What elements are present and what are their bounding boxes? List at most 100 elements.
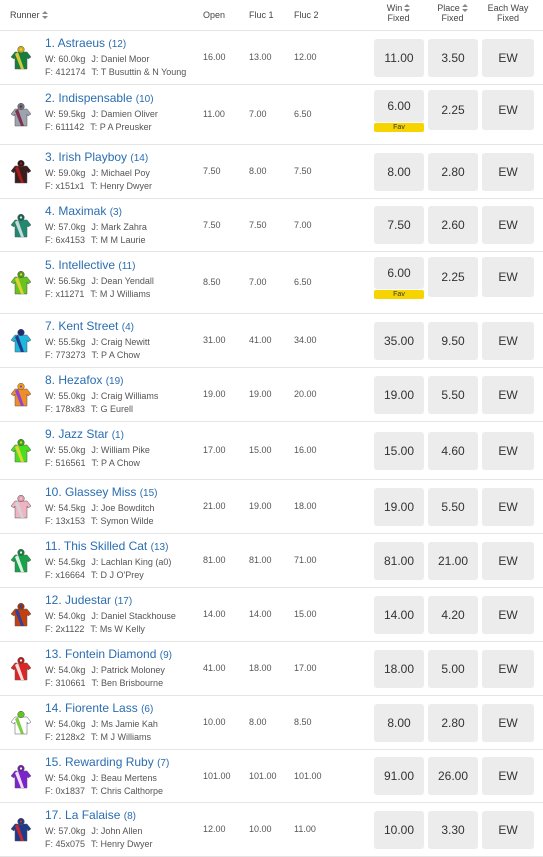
place-fixed-button[interactable]: 5.00 xyxy=(428,650,478,688)
runner-row: 7. Kent Street (4) W: 55.5kg J: Craig New… xyxy=(0,314,543,368)
runner-name-link[interactable]: 3. Irish Playboy (14) xyxy=(45,150,148,164)
barrier-number: (13) xyxy=(150,542,169,553)
win-fixed-button[interactable]: 8.00 xyxy=(374,153,424,191)
place-fixed-button[interactable]: 3.30 xyxy=(428,811,478,849)
runner-jockey: J: Damien Oliver xyxy=(91,109,158,119)
place-fixed-label: Fixed xyxy=(441,13,464,23)
runner-trainer: T: D J O'Prey xyxy=(91,570,144,580)
runner-name-link[interactable]: 7. Kent Street (4) xyxy=(45,319,134,333)
runner-name-link[interactable]: 2. Indispensable (10) xyxy=(45,91,154,105)
each-way-button[interactable]: EW xyxy=(482,322,534,360)
each-way-button[interactable]: EW xyxy=(482,257,534,297)
win-fixed-button[interactable]: 8.00 xyxy=(374,704,424,742)
runner-weight: W: 55.0kg xyxy=(45,391,86,401)
runner-name: 9. Jazz Star xyxy=(45,427,109,441)
win-fixed-button[interactable]: 19.00 xyxy=(374,376,424,414)
runner-weight: W: 54.0kg xyxy=(45,611,86,621)
runner-meta-line-2: F: 0x1837 T: Chris Calthorpe xyxy=(45,785,163,798)
jockey-silk-icon xyxy=(10,383,32,407)
runner-trainer: T: Ben Brisbourne xyxy=(91,678,164,688)
each-way-button[interactable]: EW xyxy=(482,376,534,414)
open-odds: 101.00 xyxy=(203,771,231,781)
runner-trainer: T: Ms W Kelly xyxy=(90,624,145,634)
place-fixed-button[interactable]: 2.80 xyxy=(428,704,478,742)
runner-name-link[interactable]: 1. Astraeus (12) xyxy=(45,36,126,50)
win-fixed-button[interactable]: 7.50 xyxy=(374,206,424,244)
barrier-number: (14) xyxy=(130,153,149,164)
fluc2-odds: 7.50 xyxy=(294,166,312,176)
win-fixed-button[interactable]: 35.00 xyxy=(374,322,424,360)
fluc2-odds: 17.00 xyxy=(294,663,317,673)
fluc2-odds: 8.50 xyxy=(294,717,312,727)
each-way-button[interactable]: EW xyxy=(482,811,534,849)
runner-name-link[interactable]: 10. Glassey Miss (15) xyxy=(45,485,158,499)
place-fixed-button[interactable]: 26.00 xyxy=(428,757,478,795)
runner-row: 10. Glassey Miss (15) W: 54.5kg J: Joe Bo… xyxy=(0,480,543,534)
place-fixed-button[interactable]: 3.50 xyxy=(428,39,478,77)
place-fixed-button[interactable]: 9.50 xyxy=(428,322,478,360)
each-way-button[interactable]: EW xyxy=(482,650,534,688)
place-fixed-button[interactable]: 2.60 xyxy=(428,206,478,244)
win-fixed-button[interactable]: 6.00 xyxy=(374,90,424,122)
runner-jockey: J: Ms Jamie Kah xyxy=(91,719,158,729)
jockey-silk-icon xyxy=(10,46,32,70)
place-fixed-button[interactable]: 2.25 xyxy=(428,90,478,130)
jockey-silk-icon xyxy=(10,160,32,184)
runner-name-link[interactable]: 11. This Skilled Cat (13) xyxy=(45,539,168,553)
win-fixed-button[interactable]: 18.00 xyxy=(374,650,424,688)
runner-trainer: T: Henry Dwyer xyxy=(90,181,153,191)
place-fixed-column-header[interactable]: Place Fixed xyxy=(430,3,475,23)
each-way-button[interactable]: EW xyxy=(482,206,534,244)
each-way-button[interactable]: EW xyxy=(482,757,534,795)
place-fixed-button[interactable]: 4.60 xyxy=(428,432,478,470)
runner-trainer: T: M J Williams xyxy=(90,289,151,299)
jockey-silk-icon xyxy=(10,329,32,353)
win-fixed-button[interactable]: 11.00 xyxy=(374,39,424,77)
win-fixed-button[interactable]: 19.00 xyxy=(374,488,424,526)
win-fixed-column-header[interactable]: Win Fixed xyxy=(376,3,421,23)
each-way-button[interactable]: EW xyxy=(482,432,534,470)
runner-trainer: T: G Eurell xyxy=(91,404,134,414)
each-way-button[interactable]: EW xyxy=(482,542,534,580)
runner-trainer: T: Chris Calthorpe xyxy=(91,786,164,796)
runner-jockey: J: Mark Zahra xyxy=(91,222,147,232)
each-way-button[interactable]: EW xyxy=(482,153,534,191)
win-fixed-button[interactable]: 81.00 xyxy=(374,542,424,580)
runner-name-link[interactable]: 14. Fiorente Lass (6) xyxy=(45,701,153,715)
runner-column-header[interactable]: Runner xyxy=(10,10,48,20)
each-way-button[interactable]: EW xyxy=(482,596,534,634)
win-fixed-button[interactable]: 14.00 xyxy=(374,596,424,634)
runner-row: 14. Fiorente Lass (6) W: 54.0kg J: Ms Jam… xyxy=(0,696,543,750)
place-fixed-button[interactable]: 4.20 xyxy=(428,596,478,634)
runner-name-link[interactable]: 17. La Falaise (8) xyxy=(45,808,136,822)
place-fixed-button[interactable]: 5.50 xyxy=(428,488,478,526)
place-fixed-button[interactable]: 5.50 xyxy=(428,376,478,414)
jockey-silk-icon xyxy=(10,271,32,295)
runner-jockey: J: Craig Williams xyxy=(91,391,159,401)
fluc2-odds: 71.00 xyxy=(294,555,317,565)
each-way-button[interactable]: EW xyxy=(482,704,534,742)
win-fixed-button[interactable]: 15.00 xyxy=(374,432,424,470)
runner-row: 9. Jazz Star (1) W: 55.0kg J: William Pik… xyxy=(0,422,543,480)
place-fixed-button[interactable]: 2.25 xyxy=(428,257,478,297)
runner-name-link[interactable]: 9. Jazz Star (1) xyxy=(45,427,124,441)
runner-name-link[interactable]: 5. Intellective (11) xyxy=(45,258,135,272)
each-way-button[interactable]: EW xyxy=(482,488,534,526)
runner-weight: W: 54.5kg xyxy=(45,503,86,513)
runner-name-link[interactable]: 4. Maximak (3) xyxy=(45,204,122,218)
win-fixed-button[interactable]: 91.00 xyxy=(374,757,424,795)
runner-name: 10. Glassey Miss xyxy=(45,485,137,499)
runner-name-link[interactable]: 12. Judestar (17) xyxy=(45,593,132,607)
runner-meta-line-1: W: 59.0kg J: Michael Poy xyxy=(45,167,150,180)
runner-form: F: 45x075 xyxy=(45,839,86,849)
runner-name-link[interactable]: 8. Hezafox (19) xyxy=(45,373,124,387)
win-fixed-button[interactable]: 10.00 xyxy=(374,811,424,849)
runner-name-link[interactable]: 13. Fontein Diamond (9) xyxy=(45,647,172,661)
runner-name-link[interactable]: 15. Rewarding Ruby (7) xyxy=(45,755,169,769)
each-way-button[interactable]: EW xyxy=(482,39,534,77)
place-fixed-button[interactable]: 2.80 xyxy=(428,153,478,191)
win-fixed-button[interactable]: 6.00 xyxy=(374,257,424,289)
place-fixed-button[interactable]: 21.00 xyxy=(428,542,478,580)
runner-meta-line-2: F: 13x153 T: Symon Wilde xyxy=(45,515,154,528)
each-way-button[interactable]: EW xyxy=(482,90,534,130)
